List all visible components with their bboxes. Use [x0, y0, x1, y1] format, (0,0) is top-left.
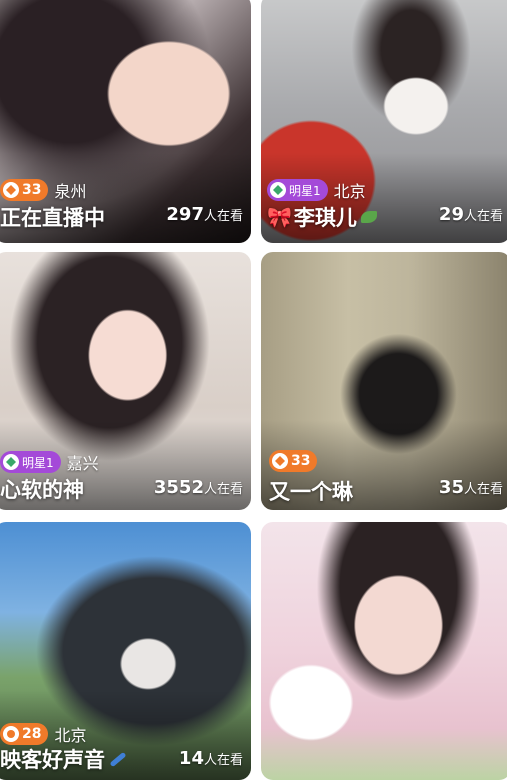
stream-title: 映客好声音: [0, 744, 127, 774]
level-badge: 33: [0, 179, 49, 201]
microphone-icon: [109, 751, 127, 767]
live-card[interactable]: 明星1 北京 🎀 李琪儿 29人在看: [261, 0, 507, 243]
viewer-count: 297人在看: [166, 204, 243, 225]
city-label: 泉州: [54, 182, 87, 201]
stream-title: 又一个琳: [269, 480, 353, 504]
city-label: 嘉兴: [66, 454, 99, 473]
level-value: 明星1: [289, 183, 321, 198]
viewer-count: 14人在看: [178, 748, 243, 769]
level-value: 33: [22, 182, 42, 198]
level-value: 33: [291, 453, 311, 469]
live-card[interactable]: 明星1 嘉兴 心软的神 3552人在看: [0, 252, 251, 510]
viewer-count: 35人在看: [438, 477, 503, 498]
live-card[interactable]: [261, 522, 507, 780]
level-icon: [3, 726, 19, 742]
level-badge: 33: [269, 450, 318, 472]
level-icon: [3, 182, 19, 198]
live-card[interactable]: 33 又一个琳 35人在看: [261, 252, 507, 510]
city-label: 北京: [54, 726, 87, 745]
city-label: 北京: [333, 182, 366, 201]
stream-title: 心软的神: [0, 478, 84, 502]
stream-title: 🎀 李琪儿: [267, 202, 377, 232]
level-value: 明星1: [22, 455, 54, 470]
streamer-thumbnail: [261, 522, 507, 780]
viewer-count: 29人在看: [438, 204, 503, 225]
leaf-icon: [360, 211, 377, 223]
level-badge: 明星1: [267, 179, 328, 201]
live-card[interactable]: 28 北京 映客好声音 14人在看: [0, 522, 251, 780]
stream-title: 正在直播中: [0, 206, 105, 230]
level-icon: [272, 453, 288, 469]
bow-icon: 🎀: [267, 205, 292, 229]
viewer-count: 3552人在看: [153, 477, 243, 498]
level-badge: 明星1: [0, 451, 61, 473]
live-card[interactable]: 33 泉州 正在直播中 297人在看: [0, 0, 251, 243]
level-value: 28: [22, 726, 42, 742]
level-badge: 28: [0, 723, 49, 745]
star-level-icon: [270, 182, 286, 198]
star-level-icon: [3, 454, 19, 470]
